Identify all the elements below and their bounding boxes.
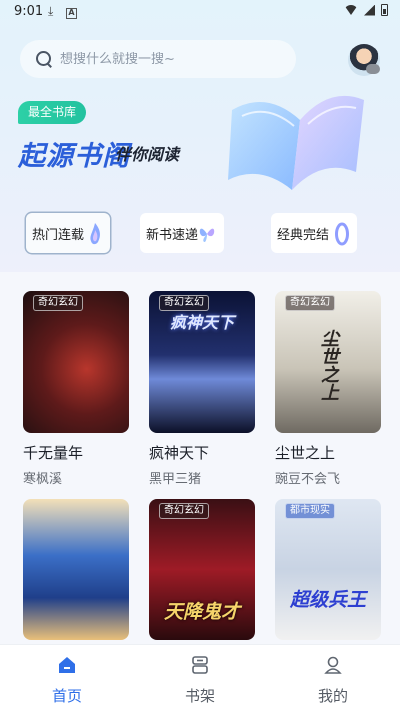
book-cover[interactable]: 奇幻玄幻 [23,291,129,433]
book-cover[interactable]: 奇幻玄幻 天降鬼才 [149,499,255,640]
genre-tag: 奇幻玄幻 [285,295,335,311]
bottom-nav: 首页 书架 我的 [0,644,400,710]
brand-title: 起源书阁 [18,141,130,172]
wifi-icon [344,5,358,15]
book-cover[interactable]: 奇幻玄幻 疯神天下 [149,291,255,433]
nav-home[interactable]: 首页 [37,655,97,706]
battery-icon [381,4,388,16]
book-card[interactable] [23,499,129,640]
butterfly-icon [199,228,215,242]
book-card[interactable]: 奇幻玄幻 尘世之上 尘世之上 豌豆不会飞 [275,291,381,487]
nav-profile-label: 我的 [317,687,348,705]
category-label: 新书速递 [146,227,199,243]
cover-title: 疯神天下 [169,313,234,332]
book-author: 黑甲三猪 [149,472,202,487]
avatar-badge [366,64,380,74]
notification-a-icon: A [66,4,77,19]
nav-profile[interactable]: 我的 [303,655,363,706]
search-bar[interactable] [20,40,296,78]
home-icon [59,657,75,673]
category-label: 热门连载 [32,227,85,243]
book-title: 千无量年 [23,444,84,462]
book-title: 尘世之上 [275,444,336,462]
open-book-illustration [228,95,364,190]
search-input[interactable] [60,51,280,67]
nav-bookshelf[interactable]: 书架 [170,655,230,706]
book-title: 疯神天下 [149,444,210,462]
profile-icon [324,656,342,674]
book-author: 豌豆不会飞 [275,472,341,487]
bookshelf-icon [192,656,208,674]
genre-tag: 都市现实 [285,503,335,519]
book-cover[interactable] [23,499,129,640]
signal-icon [364,4,375,16]
book-card[interactable]: 奇幻玄幻 天降鬼才 [149,499,255,640]
genre-tag: 奇幻玄幻 [33,295,83,311]
search-icon [36,51,52,67]
book-cover[interactable]: 都市现实 超级兵王 [275,499,381,640]
cover-title: 超级兵王 [289,589,366,611]
book-card[interactable]: 奇幻玄幻 千无量年 寒枫溪 [23,291,129,487]
nav-home-label: 首页 [51,687,82,705]
flame-icon [90,223,100,245]
category-classic-finished[interactable]: 经典完结 [271,213,357,253]
slogan: 伴你阅读 [115,145,180,164]
genre-tag: 奇幻玄幻 [159,503,209,519]
nav-bookshelf-label: 书架 [184,687,215,705]
book-card[interactable]: 都市现实 超级兵王 [275,499,381,640]
library-badge: 最全书库 [18,101,87,124]
category-label: 经典完结 [277,227,330,243]
cover-title: 尘世之上 [318,329,339,401]
cover-title: 天降鬼才 [163,601,240,623]
book-cover[interactable]: 奇幻玄幻 尘世之上 [275,291,381,433]
book-author: 寒枫溪 [23,472,63,487]
category-new-books[interactable]: 新书速递 [140,213,224,253]
ring-icon [335,222,349,246]
status-bar: 9:01 ⤓ A [0,0,400,26]
book-card[interactable]: 奇幻玄幻 疯神天下 疯神天下 黑甲三猪 [149,291,255,487]
status-time: 9:01 [14,4,44,19]
category-hot-serial[interactable]: 热门连载 [26,213,110,253]
download-icon: ⤓ [48,4,54,18]
